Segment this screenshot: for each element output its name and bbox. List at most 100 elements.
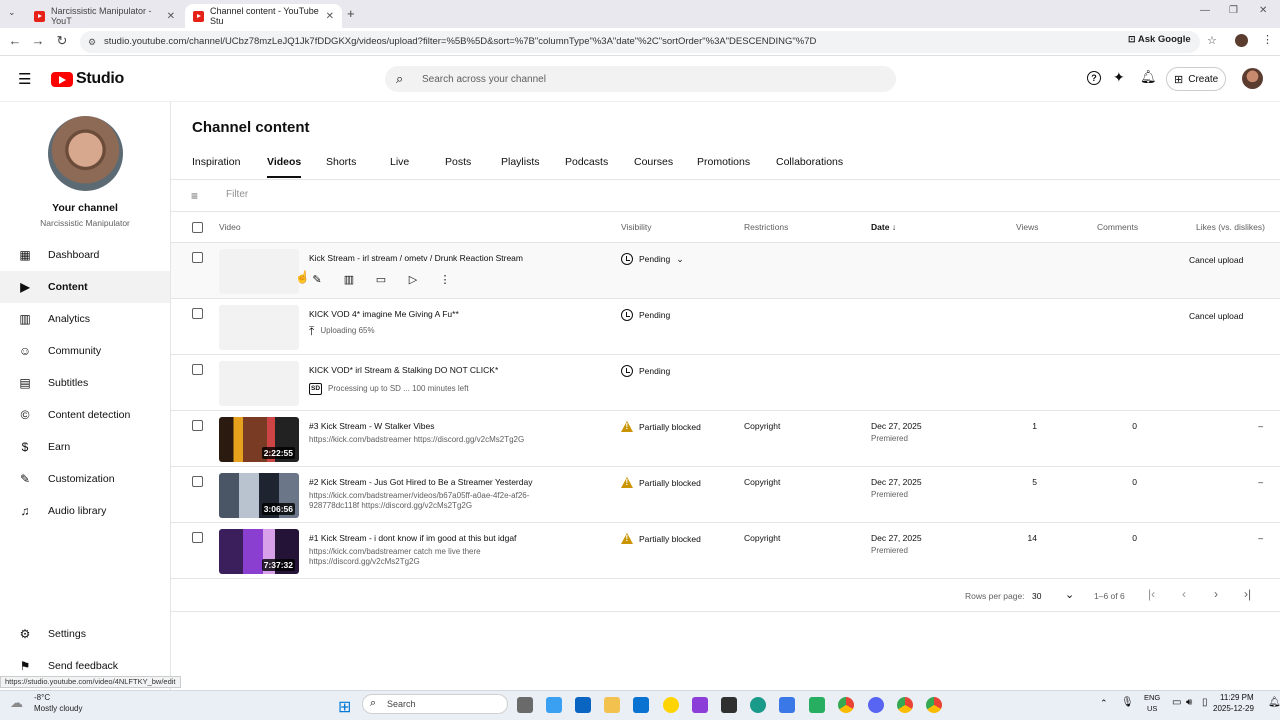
tab-inspiration[interactable]: Inspiration [192,156,240,176]
row-checkbox[interactable] [192,252,203,263]
app-icon[interactable] [692,697,708,713]
copilot-icon[interactable] [546,697,562,713]
weather-cloud-icon[interactable]: ☁ [10,695,23,711]
visibility-status[interactable]: Partially blocked [621,477,701,488]
file-explorer-icon[interactable] [604,697,620,713]
last-page-icon[interactable]: ›| [1244,587,1251,601]
col-date[interactable]: Date ↓ [871,222,896,232]
app-icon[interactable] [779,697,795,713]
discord-icon[interactable] [868,697,884,713]
site-info-icon[interactable]: ⚙ [88,31,96,53]
restriction-label[interactable]: Copyright [744,533,780,543]
sparkle-ai-icon[interactable]: ✦ [1113,69,1125,86]
chrome-icon[interactable] [838,697,854,713]
first-page-icon[interactable]: |‹ [1148,587,1155,601]
video-thumbnail[interactable]: 3:06:56 [219,473,299,518]
visibility-status[interactable]: Partially blocked [621,533,701,544]
bookmark-star-icon[interactable]: ☆ [1207,34,1217,47]
tab-live[interactable]: Live [390,156,409,176]
col-likes[interactable]: Likes (vs. dislikes) [1196,222,1265,232]
row-checkbox[interactable] [192,476,203,487]
table-row[interactable]: 2:22:55 #3 Kick Stream - W Stalker Vibes… [171,411,1280,467]
tray-chevron-up-icon[interactable]: ⌃ [1100,698,1108,709]
more-options-icon[interactable]: ⋮ [437,273,453,286]
row-checkbox[interactable] [192,420,203,431]
clock-date[interactable]: 2025-12-29 [1213,704,1254,713]
sidebar-item-settings[interactable]: ⚙ Settings [0,618,170,650]
search-input[interactable] [422,66,882,92]
notifications-bell-icon[interactable]: 🔔︎ [1140,69,1157,85]
col-comments[interactable]: Comments [1097,222,1138,232]
restriction-label[interactable]: Copyright [744,477,780,487]
region-indicator[interactable]: US [1147,704,1157,713]
studio-logo[interactable]: Studio [51,70,124,88]
sidebar-item-community[interactable]: ☺ Community [0,335,170,367]
microphone-icon[interactable]: 🎙︎ [1121,697,1134,708]
language-indicator[interactable]: ENG [1144,693,1160,702]
row-checkbox[interactable] [192,308,203,319]
search-bar[interactable]: ⌕ [385,66,896,92]
account-avatar[interactable] [1242,68,1263,89]
clock-time[interactable]: 11:29 PM [1220,693,1254,702]
app-icon[interactable] [809,697,825,713]
sidebar-item-content[interactable]: ▶ Content [0,271,170,303]
battery-icon[interactable]: ▯ [1202,697,1208,708]
profile-avatar-icon[interactable] [1235,34,1248,47]
windows-start-icon[interactable]: ⊞ [338,697,351,717]
video-title[interactable]: #1 Kick Stream - i dont know if im good … [309,533,516,543]
sidebar-item-content-detection[interactable]: © Content detection [0,399,170,431]
restriction-label[interactable]: Copyright [744,421,780,431]
back-icon[interactable]: ← [6,33,24,48]
visibility-dropdown[interactable]: Pending ⌄ [621,253,684,265]
video-thumbnail[interactable]: 7:37:32 [219,529,299,574]
sidebar-item-subtitles[interactable]: ▤ Subtitles [0,367,170,399]
search-icon[interactable]: ⌕ [396,71,403,87]
weather-desc[interactable]: Mostly cloudy [34,704,82,713]
col-visibility[interactable]: Visibility [621,222,652,232]
tab-courses[interactable]: Courses [634,156,673,176]
sidebar-item-audio-library[interactable]: ♫ Audio library [0,495,170,527]
tab-videos[interactable]: Videos [267,156,302,178]
tab-promotions[interactable]: Promotions [697,156,750,176]
hamburger-menu-icon[interactable]: ☰ [18,70,31,88]
video-title[interactable]: #3 Kick Stream - W Stalker Vibes [309,421,435,431]
video-thumbnail-placeholder[interactable] [219,249,299,294]
previous-page-icon[interactable]: ‹ [1182,587,1186,601]
task-view-icon[interactable] [517,697,533,713]
select-all-checkbox[interactable] [192,222,203,233]
video-thumbnail-placeholder[interactable] [219,361,299,406]
tab-shorts[interactable]: Shorts [326,156,356,176]
cancel-upload-button[interactable]: Cancel upload [1183,251,1249,269]
chrome-icon[interactable] [897,697,913,713]
taskbar-search-box[interactable]: ⌕ Search [362,694,508,714]
weather-temp[interactable]: -8°C [34,693,50,702]
table-row[interactable]: KICK VOD 4* imagine Me Giving A Fu** ⤒ U… [171,299,1280,355]
row-checkbox[interactable] [192,364,203,375]
video-thumbnail-placeholder[interactable] [219,305,299,350]
sidebar-item-analytics[interactable]: ▥ Analytics [0,303,170,335]
channel-title[interactable]: Your channel [0,202,170,214]
tab-collaborations[interactable]: Collaborations [776,156,843,176]
tab-list-chevron-icon[interactable]: ⌄ [8,7,16,18]
video-title[interactable]: KICK VOD* irl Stream & Stalking DO NOT C… [309,365,498,375]
edit-pencil-icon[interactable]: ✎ [309,273,325,286]
browser-tab-1[interactable]: Narcissistic Manipulator - YouT ✕ [26,4,183,28]
browser-menu-icon[interactable]: ⋮ [1262,33,1273,46]
visibility-status[interactable]: Partially blocked [621,421,701,432]
sidebar-item-dashboard[interactable]: ▦ Dashboard [0,239,170,271]
close-window-icon[interactable]: ✕ [1259,5,1267,16]
url-field[interactable]: ⚙ studio.youtube.com/channel/UCbz78mzLeJ… [80,31,1200,53]
video-title[interactable]: #2 Kick Stream - Jus Got Hired to Be a S… [309,477,532,487]
video-title[interactable]: KICK VOD 4* imagine Me Giving A Fu** [309,309,459,319]
app-icon[interactable] [721,697,737,713]
filter-input[interactable]: Filter [226,189,248,200]
col-restrictions[interactable]: Restrictions [744,222,788,232]
help-icon[interactable]: ? [1087,71,1101,85]
store-icon[interactable] [575,697,591,713]
create-button[interactable]: ⊞ Create [1166,67,1226,91]
video-thumbnail[interactable]: 2:22:55 [219,417,299,462]
table-row[interactable]: 3:06:56 #2 Kick Stream - Jus Got Hired t… [171,467,1280,523]
forward-icon[interactable]: → [29,33,47,48]
notification-center-icon[interactable]: 🔔︎ [1268,697,1280,708]
sidebar-item-customization[interactable]: ✎ Customization [0,463,170,495]
